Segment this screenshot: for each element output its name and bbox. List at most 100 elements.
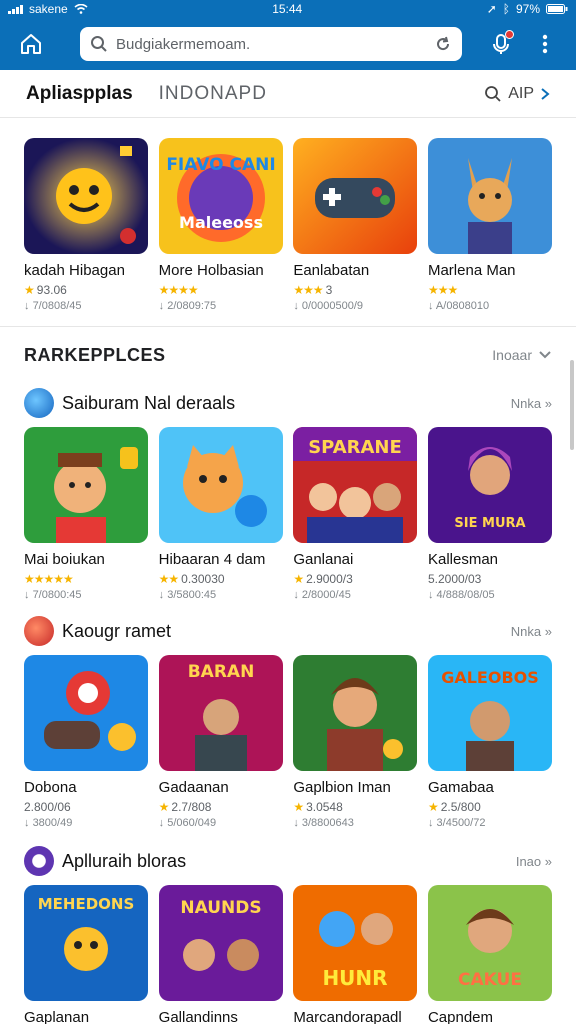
- app-thumbnail: NAUNDS: [158, 885, 283, 1001]
- app-title: Mai boiukan: [24, 551, 105, 568]
- scrollbar[interactable]: [570, 360, 574, 450]
- app-thumbnail: FIAVO CANI Maleeoss: [158, 138, 283, 254]
- app-rating: ★ 2.5/800: [427, 800, 481, 814]
- app-downloads: ↓ 0/0000500/9: [293, 300, 364, 312]
- app-downloads: ↓ 2/8000/45: [293, 589, 351, 601]
- app-card[interactable]: SIE MURA Kallesman 5.2000/03 ↓ 4/888/08/…: [427, 427, 552, 601]
- star-icon: ★★: [158, 572, 179, 586]
- category-header: Saiburam Nal deraals Nnka »: [0, 383, 576, 423]
- chevron-right-icon: [541, 87, 550, 100]
- app-card[interactable]: Mai boiukan ★★★★★ ↓ 7/0800:45: [24, 427, 148, 601]
- app-rating: ★★★★: [159, 283, 283, 297]
- app-card[interactable]: SPARANE Ganlanai ★ 2.9000/3 ↓ 2/8000/45: [293, 427, 418, 601]
- clock: 15:44: [272, 2, 303, 16]
- app-title: Gaplanan: [24, 1009, 90, 1024]
- see-more-link[interactable]: Nnka »: [511, 396, 552, 411]
- category-ring-icon: [24, 846, 54, 876]
- voice-button[interactable]: [484, 27, 518, 61]
- top-apps-row: kadah Hibagan ★ 93.06 ↓ 7/0808/45 FIAVO C…: [0, 138, 576, 312]
- app-rating: ★ 2.7/808: [158, 800, 212, 814]
- category-title: Aplluraih bloras: [62, 850, 187, 871]
- category-badge-icon: [24, 616, 54, 646]
- app-title: Gadaanan: [158, 779, 229, 796]
- category-globe-icon: [24, 388, 54, 418]
- category-row: Dobona 2.800/06 ↓ 3800/49 BARAN Gadaanan…: [0, 655, 576, 829]
- app-downloads: ↓ 3/8800643: [293, 817, 354, 829]
- star-icon: ★: [24, 283, 35, 297]
- app-title: Kallesman: [427, 551, 499, 568]
- search-icon: [485, 85, 501, 102]
- category-title: Saiburam Nal deraals: [62, 392, 236, 413]
- search-filter-button[interactable]: AIP: [484, 85, 550, 103]
- app-card[interactable]: HUNR Marcandorapadl: [293, 885, 418, 1024]
- bluetooth-icon: ᛒ: [502, 2, 510, 16]
- thumb-text: MEHEDONS: [38, 895, 135, 913]
- see-more-link[interactable]: Nnka »: [511, 624, 552, 639]
- app-thumbnail: [158, 427, 283, 543]
- carrier-label: sakene: [29, 2, 68, 16]
- app-thumbnail: [24, 655, 148, 771]
- tool-label: AIP: [508, 84, 534, 102]
- app-card[interactable]: NAUNDS Gallandinns: [158, 885, 283, 1024]
- thumb-text: CAKUE: [458, 970, 522, 990]
- app-rating: ★ 2.9000/3: [293, 572, 353, 586]
- app-downloads: ↓ 4/888/08/05: [427, 589, 495, 601]
- app-thumbnail: HUNR: [293, 885, 418, 1001]
- refresh-icon[interactable]: [434, 35, 452, 53]
- app-title: Ganlanai: [293, 551, 354, 568]
- tab-apps[interactable]: Apliaspplas: [26, 83, 133, 105]
- app-card[interactable]: Gaplbion Iman ★ 3.0548 ↓ 3/8800643: [293, 655, 418, 829]
- thumb-text: BARAN: [187, 662, 254, 682]
- app-card[interactable]: Dobona 2.800/06 ↓ 3800/49: [24, 655, 148, 829]
- app-card[interactable]: GALEOBOS Gamabaa ★ 2.5/800 ↓ 3/4500/72: [427, 655, 552, 829]
- app-rating: 2.800/06: [24, 800, 71, 814]
- more-vert-icon: [542, 34, 548, 54]
- app-rating: ★ 93.06: [24, 283, 67, 297]
- star-icon: ★: [158, 800, 170, 814]
- thumb-text: NAUNDS: [180, 898, 261, 918]
- signal-icon: [8, 4, 23, 14]
- section-dropdown[interactable]: Inoaar: [492, 347, 552, 363]
- app-rating: ★★ 0.30030: [158, 572, 225, 586]
- app-card[interactable]: kadah Hibagan ★ 93.06 ↓ 7/0808/45: [24, 138, 148, 312]
- overflow-menu-button[interactable]: [528, 27, 562, 61]
- app-title: Gallandinns: [158, 1009, 238, 1024]
- thumb-text: Maleeoss: [179, 213, 263, 232]
- star-icon: ★★★: [293, 283, 323, 297]
- see-more-link[interactable]: Inao »: [516, 854, 552, 869]
- star-icon: ★: [293, 572, 304, 586]
- search-bar[interactable]: [80, 27, 462, 61]
- location-icon: ➚: [486, 2, 497, 16]
- app-card[interactable]: FIAVO CANI Maleeoss More Holbasian ★★★★ ↓…: [158, 138, 283, 312]
- thumb-text: FIAVO CANI: [166, 155, 275, 175]
- app-card[interactable]: Eanlabatan ★★★ 3 ↓ 0/0000500/9: [293, 138, 418, 312]
- search-icon: [91, 36, 107, 52]
- home-button[interactable]: [14, 27, 48, 61]
- app-title: Dobona: [24, 779, 77, 796]
- app-thumbnail: BARAN: [158, 655, 283, 771]
- app-rating: 5.2000/03: [427, 572, 482, 586]
- star-icon: ★: [293, 800, 304, 814]
- thumb-text: SPARANE: [309, 437, 403, 458]
- app-downloads: ↓ A/0808010: [427, 300, 490, 312]
- app-bar: [0, 18, 576, 70]
- app-card[interactable]: Marlena Man ★★★ ↓ A/0808010: [427, 138, 552, 312]
- app-card[interactable]: MEHEDONS Gaplanan: [24, 885, 148, 1024]
- star-icon: ★★★★: [158, 283, 199, 297]
- app-title: Marcandorapadl: [293, 1009, 402, 1024]
- app-thumbnail: SIE MURA: [427, 427, 552, 543]
- app-downloads: ↓ 3/4500/72: [427, 817, 486, 829]
- app-downloads: ↓ 5/060/049: [158, 817, 217, 829]
- search-input[interactable]: [116, 35, 426, 53]
- status-bar: sakene 15:44 ➚ ᛒ 97%: [0, 0, 576, 18]
- battery-percent: 97%: [515, 2, 540, 16]
- app-title: Marlena Man: [427, 262, 516, 279]
- tab-second[interactable]: INDONAPD: [159, 83, 267, 105]
- app-card[interactable]: Hibaaran 4 dam ★★ 0.30030 ↓ 3/5800:45: [158, 427, 283, 601]
- app-title: More Holbasian: [158, 262, 264, 279]
- app-card[interactable]: BARAN Gadaanan ★ 2.7/808 ↓ 5/060/049: [158, 655, 283, 829]
- category-row: Mai boiukan ★★★★★ ↓ 7/0800:45 Hibaaran 4…: [0, 427, 576, 601]
- app-card[interactable]: CAKUE Capndem: [427, 885, 552, 1024]
- thumb-text: HUNR: [323, 966, 388, 990]
- app-title: Gamabaa: [427, 779, 494, 796]
